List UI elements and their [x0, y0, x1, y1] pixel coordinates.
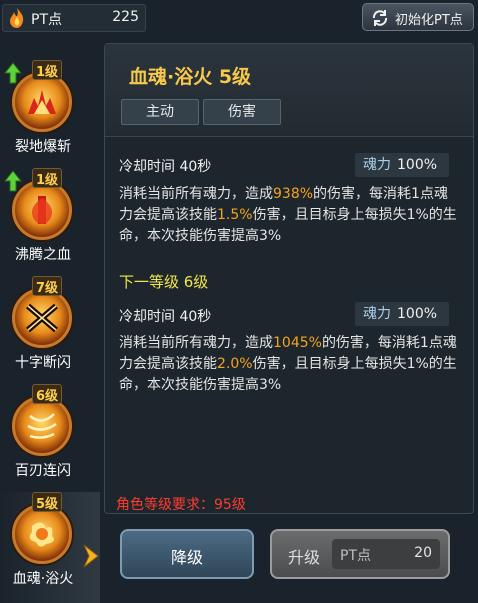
tag-active: 主动 [121, 99, 199, 125]
level-requirement: 角色等级要求：95级 [116, 497, 246, 513]
pt-value: 225 [112, 9, 139, 25]
next-cooldown: 冷却时间 40秒 [119, 309, 212, 325]
skill-item-1[interactable]: 1级 沸腾之血 [0, 168, 100, 276]
reset-pt-label: 初始化PT点 [395, 13, 463, 28]
pt-points-display: PT点 225 [2, 4, 146, 32]
skill-detail-panel: 血魂·浴火 5级 主动 伤害 冷却时间 40秒 魂力 100% 消耗当前所有魂力，… [104, 43, 474, 514]
next-cost: 魂力 100% [355, 302, 449, 326]
skill-level: 7级 [32, 276, 62, 296]
chevron-right-icon [83, 544, 99, 568]
fire-icon [10, 8, 24, 28]
damage-percent: 1045% [273, 335, 322, 351]
boiling-blood-icon [32, 196, 52, 224]
skill-header: 血魂·浴火 5级 主动 伤害 [105, 44, 473, 137]
skill-level: 6级 [32, 384, 62, 404]
damage-percent: 938% [273, 186, 314, 202]
skill-title: 血魂·浴火 5级 [129, 66, 252, 88]
tag-damage: 伤害 [203, 99, 281, 125]
cross-slash-icon [26, 303, 58, 333]
current-cooldown: 冷却时间 40秒 [119, 159, 212, 175]
skill-level: 1级 [32, 60, 62, 80]
skill-name: 裂地爆斩 [15, 139, 71, 155]
skill-level: 5级 [32, 492, 62, 512]
current-description: 消耗当前所有魂力，造成938%的伤害，每消耗1点魂力会提高该技能1.5%伤害，且… [119, 186, 457, 244]
skill-name: 沸腾之血 [15, 247, 71, 263]
downgrade-button[interactable]: 降级 [120, 529, 254, 579]
upgrade-cost-label: PT点 [340, 548, 371, 564]
upgrade-label: 升级 [288, 548, 321, 567]
cost-value: 100% [397, 157, 438, 173]
reset-pt-button[interactable]: 初始化PT点 [362, 3, 474, 31]
cost-key: 魂力 [363, 157, 391, 173]
ground-slash-icon [28, 90, 56, 114]
upgrade-cost-value: 20 [414, 545, 432, 561]
cost-value: 100% [397, 306, 438, 322]
downgrade-label: 降级 [170, 548, 203, 567]
bonus-percent: 2.0% [217, 356, 253, 372]
bonus-percent: 1.5% [217, 207, 253, 223]
cost-key: 魂力 [363, 306, 391, 322]
blood-soul-icon [29, 522, 54, 547]
skill-item-3[interactable]: 6级 百刃连闪 [0, 384, 100, 492]
skill-name: 血魂·浴火 [12, 571, 74, 587]
blade-barrage-icon [27, 413, 57, 439]
skill-level: 1级 [32, 168, 62, 188]
pt-label: PT点 [31, 12, 62, 28]
next-level-title: 下一等级 6级 [119, 273, 209, 291]
skill-name: 十字断闪 [15, 355, 71, 371]
upgrade-cost: PT点 20 [332, 539, 440, 569]
skill-item-2[interactable]: 7级 十字断闪 [0, 276, 100, 384]
refresh-icon [372, 10, 388, 26]
current-cost: 魂力 100% [355, 153, 449, 177]
skill-item-0[interactable]: 1级 裂地爆斩 [0, 60, 100, 168]
skill-name: 百刃连闪 [15, 463, 71, 479]
upgrade-button[interactable]: 升级 PT点 20 [270, 529, 450, 579]
next-description: 消耗当前所有魂力，造成1045%的伤害，每消耗1点魂力会提高该技能2.0%伤害，… [119, 335, 457, 393]
